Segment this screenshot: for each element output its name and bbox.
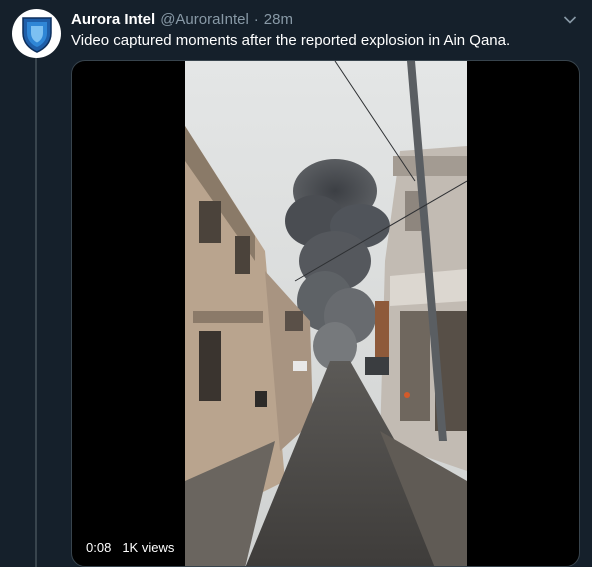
view-count: 1K views xyxy=(122,540,175,555)
video-info: 0:08 1K views xyxy=(81,538,174,557)
tweet-card[interactable]: Aurora Intel @AuroraIntel · 28m Video ca… xyxy=(0,0,592,567)
video-thumbnail-image xyxy=(185,61,467,566)
avatar[interactable] xyxy=(12,9,61,58)
display-name[interactable]: Aurora Intel xyxy=(71,11,155,28)
timestamp[interactable]: 28m xyxy=(264,11,293,28)
chevron-down-icon xyxy=(563,16,577,24)
more-menu-button[interactable] xyxy=(560,10,580,30)
video-frame[interactable] xyxy=(185,61,467,566)
tweet-header: Aurora Intel @AuroraIntel · 28m xyxy=(71,8,552,30)
thread-line xyxy=(35,58,37,567)
shield-logo-icon xyxy=(21,16,52,53)
video-duration: 0:08 xyxy=(81,538,117,557)
video-player[interactable]: 0:08 1K views xyxy=(71,60,580,567)
separator-dot: · xyxy=(253,10,259,28)
tweet-text: Video captured moments after the reporte… xyxy=(71,32,511,49)
user-handle[interactable]: @AuroraIntel xyxy=(160,11,249,28)
